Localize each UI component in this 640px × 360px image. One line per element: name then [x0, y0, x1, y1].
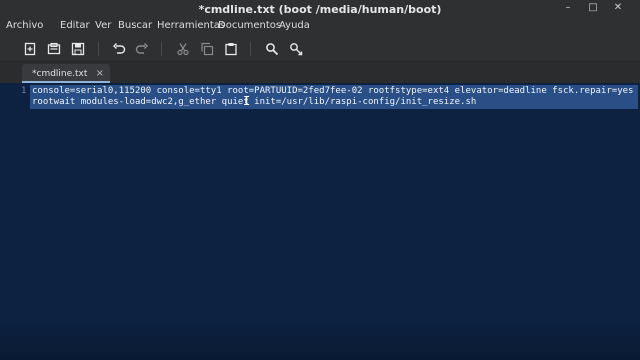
menu-bar: Archivo Editar Ver Buscar Herramientas D… — [0, 18, 640, 35]
replace-icon[interactable] — [288, 41, 304, 57]
toolbar-separator — [161, 42, 162, 56]
menu-herramientas[interactable]: Herramientas — [157, 20, 225, 31]
close-icon[interactable]: ✕ — [612, 2, 624, 14]
editor-background — [0, 323, 640, 360]
menu-archivo[interactable]: Archivo — [6, 20, 43, 31]
open-icon[interactable] — [46, 41, 62, 57]
window-title: *cmdline.txt (boot /media/human/boot) — [198, 3, 442, 16]
title-bar: *cmdline.txt (boot /media/human/boot) – … — [0, 0, 640, 18]
redo-icon[interactable] — [134, 41, 150, 57]
line-number-gutter: 1 — [0, 83, 30, 360]
save-icon[interactable] — [70, 41, 86, 57]
undo-icon[interactable] — [111, 41, 127, 57]
text-editor[interactable]: 1 console=serial0,115200 console=tty1 ro… — [0, 83, 640, 360]
cut-icon[interactable] — [175, 41, 191, 57]
line-number: 1 — [21, 86, 27, 96]
code-line-1[interactable]: console=serial0,115200 console=tty1 root… — [32, 86, 633, 96]
paste-icon[interactable] — [223, 41, 239, 57]
maximize-icon[interactable]: □ — [587, 2, 599, 14]
code-line-1-wrapped[interactable]: rootwait modules-load=dwc2,g_ether quiet… — [32, 97, 476, 107]
menu-buscar[interactable]: Buscar — [118, 20, 152, 31]
toolbar-separator — [98, 42, 99, 56]
text-cursor-icon: I — [243, 94, 251, 108]
menu-documentos[interactable]: Documentos — [218, 20, 281, 31]
toolbar — [0, 35, 640, 62]
tab-close-icon[interactable]: × — [96, 68, 104, 79]
search-icon[interactable] — [264, 41, 280, 57]
new-document-icon[interactable] — [22, 41, 38, 57]
copy-icon[interactable] — [199, 41, 215, 57]
menu-editar[interactable]: Editar — [60, 20, 90, 31]
toolbar-separator — [250, 42, 251, 56]
menu-ayuda[interactable]: Ayuda — [279, 20, 310, 31]
tab-bar: *cmdline.txt × — [0, 62, 640, 83]
minimize-icon[interactable]: – — [562, 2, 574, 14]
menu-ver[interactable]: Ver — [95, 20, 111, 31]
tab-label: *cmdline.txt — [32, 69, 88, 79]
